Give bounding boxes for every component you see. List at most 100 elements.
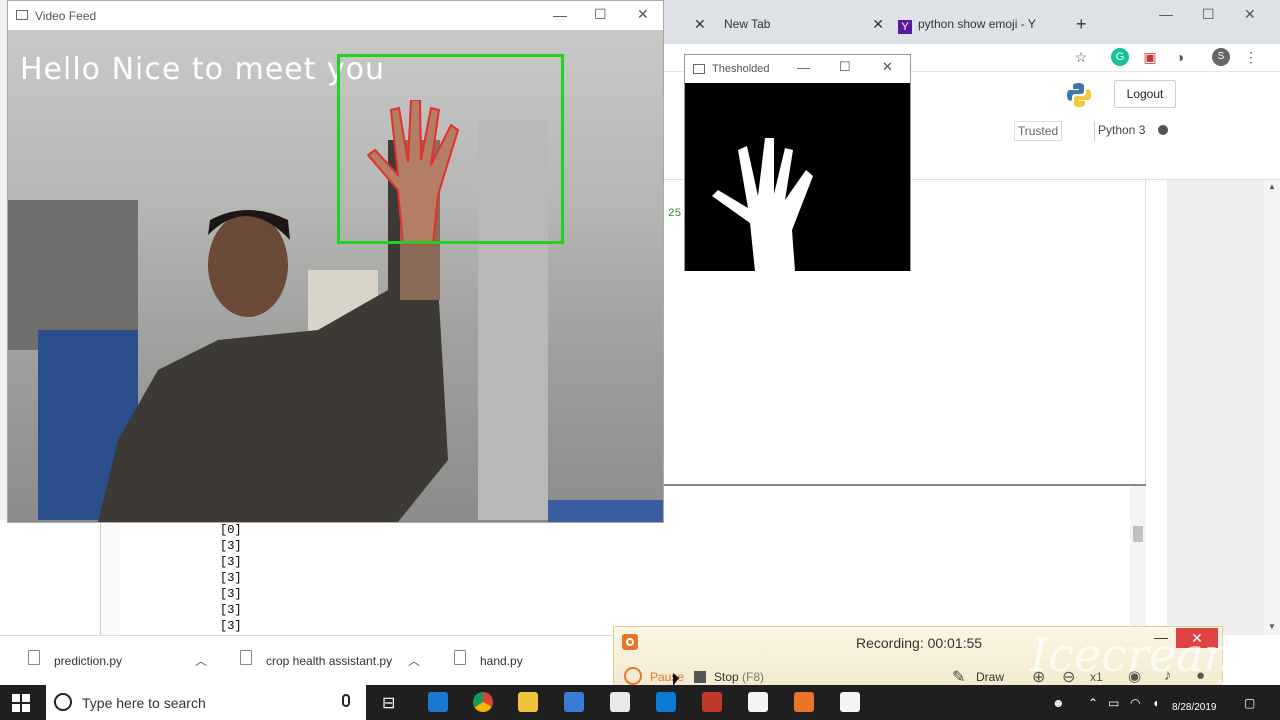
output-line: [3] bbox=[220, 571, 242, 585]
wifi-icon[interactable]: ◠ bbox=[1130, 696, 1140, 710]
output-line: [3] bbox=[220, 539, 242, 553]
download-bar: prediction.py ︿ crop health assistant.py… bbox=[0, 635, 640, 685]
tab-label: New Tab bbox=[724, 17, 771, 31]
search-placeholder: Type here to search bbox=[82, 695, 206, 711]
stop-icon[interactable] bbox=[694, 671, 706, 683]
file-icon bbox=[28, 650, 40, 665]
trusted-badge[interactable]: Trusted bbox=[1014, 121, 1062, 141]
task-view-icon[interactable]: ⊟ bbox=[382, 693, 395, 713]
scroll-down-arrow-icon[interactable]: ▼ bbox=[1268, 622, 1276, 631]
minimize-icon[interactable]: — bbox=[553, 7, 567, 23]
recorder-app-icon bbox=[622, 634, 638, 650]
minimize-icon[interactable]: — bbox=[797, 60, 810, 75]
thresholded-titlebar[interactable]: Thesholded — ☐ ✕ bbox=[685, 55, 910, 83]
window-title: Video Feed bbox=[35, 9, 97, 23]
maximize-icon[interactable]: ☐ bbox=[594, 6, 607, 23]
stop-shortcut: (F8) bbox=[742, 670, 765, 684]
tab-python-emoji[interactable]: Ypython show emoji - Y bbox=[898, 10, 1068, 38]
stop-button[interactable]: Stop (F8) bbox=[714, 670, 764, 684]
close-icon[interactable]: ✕ bbox=[637, 6, 649, 23]
tab-new-tab[interactable]: New Tab ✕ bbox=[724, 10, 884, 38]
watermark-logo: Icecream bbox=[1030, 628, 1248, 682]
chevron-up-icon[interactable]: ︿ bbox=[195, 652, 207, 669]
tab-bar: ✕ New Tab ✕ Ypython show emoji - Y + — ☐… bbox=[664, 0, 1280, 44]
download-filename: prediction.py bbox=[54, 654, 123, 668]
bookmark-star-icon[interactable]: ☆ bbox=[1072, 48, 1090, 66]
window-icon bbox=[16, 10, 28, 20]
recording-status: Recording: 00:01:55 bbox=[856, 635, 983, 651]
minimize-icon[interactable]: — bbox=[1159, 6, 1173, 22]
kernel-name: Python 3 bbox=[1098, 123, 1146, 137]
output-scrollbar[interactable] bbox=[1130, 486, 1146, 635]
people-icon[interactable]: ☻ bbox=[1052, 696, 1065, 710]
draw-button[interactable]: Draw bbox=[976, 670, 1004, 684]
tray-chevron-icon[interactable]: ⌃ bbox=[1088, 696, 1098, 710]
output-line: [0] bbox=[220, 523, 242, 537]
cortana-icon bbox=[54, 693, 72, 711]
maximize-icon[interactable]: ☐ bbox=[1202, 6, 1215, 23]
file-icon bbox=[240, 650, 252, 665]
icecream-recorder-icon[interactable] bbox=[794, 692, 814, 712]
volume-icon[interactable]: ◖ bbox=[1152, 696, 1159, 710]
windows-start-icon[interactable] bbox=[12, 694, 30, 712]
notepad-icon[interactable] bbox=[748, 692, 768, 712]
app-icon[interactable] bbox=[840, 692, 860, 712]
pencil-icon[interactable]: ✎ bbox=[952, 667, 965, 687]
download-filename: crop health assistant.py bbox=[266, 654, 393, 668]
store-icon[interactable] bbox=[564, 692, 584, 712]
output-line: [3] bbox=[220, 587, 242, 601]
file-explorer-icon[interactable] bbox=[518, 692, 538, 712]
maximize-icon[interactable]: ☐ bbox=[839, 59, 851, 75]
output-scroll-thumb[interactable] bbox=[1133, 526, 1143, 542]
close-tab-icon[interactable]: ✕ bbox=[694, 16, 706, 33]
logout-button[interactable]: Logout bbox=[1114, 80, 1176, 108]
close-icon[interactable]: ✕ bbox=[882, 59, 893, 75]
scroll-up-arrow-icon[interactable]: ▲ bbox=[1268, 182, 1276, 191]
video-feed-window[interactable]: Video Feed — ☐ ✕ Hello Nice to meet you bbox=[7, 0, 664, 523]
notifications-icon[interactable]: ▢ bbox=[1244, 696, 1255, 710]
output-line: [3] bbox=[220, 555, 242, 569]
microphone-icon[interactable] bbox=[342, 694, 350, 707]
system-date[interactable]: 8/28/2019 bbox=[1172, 702, 1217, 713]
partial-code-text: 25 bbox=[668, 208, 682, 220]
pause-icon[interactable] bbox=[624, 667, 642, 685]
hand-mask-shape bbox=[712, 138, 813, 271]
window-title: Thesholded bbox=[712, 63, 770, 75]
close-window-icon[interactable]: ✕ bbox=[1244, 6, 1256, 23]
output-area bbox=[664, 484, 1146, 635]
download-filename: hand.py bbox=[480, 654, 523, 668]
threshold-mask bbox=[685, 83, 910, 271]
chrome-icon[interactable] bbox=[473, 692, 493, 712]
camera-frame: Hello Nice to meet you bbox=[8, 30, 663, 522]
chevron-up-icon[interactable]: ︿ bbox=[408, 652, 420, 669]
new-tab-button[interactable]: + bbox=[1076, 14, 1087, 35]
edge-icon[interactable] bbox=[428, 692, 448, 712]
file-icon bbox=[454, 650, 466, 665]
background-floor-edge bbox=[548, 500, 663, 522]
divider bbox=[1094, 121, 1095, 141]
window-icon bbox=[693, 64, 705, 74]
extension-icon[interactable]: ◑ bbox=[1171, 48, 1189, 66]
grammarly-icon[interactable]: G bbox=[1111, 48, 1129, 66]
pocket-icon[interactable]: ▣ bbox=[1141, 48, 1159, 66]
windows-taskbar: Type here to search ⊟ ☻ ⌃ ▭ ◠ ◖ 8/28/201… bbox=[0, 685, 1280, 720]
thresholded-window[interactable]: Thesholded — ☐ ✕ bbox=[684, 54, 911, 271]
stop-label: Stop bbox=[714, 670, 739, 684]
skype-icon[interactable] bbox=[656, 692, 676, 712]
notebook-right-gutter bbox=[1167, 180, 1264, 635]
battery-icon[interactable]: ▭ bbox=[1108, 696, 1119, 710]
taskbar-search-box[interactable]: Type here to search bbox=[46, 685, 366, 720]
menu-icon[interactable]: ⋮ bbox=[1242, 48, 1260, 66]
output-prompt-gutter bbox=[100, 520, 120, 635]
python-logo-icon bbox=[1067, 83, 1091, 107]
output-line: [3] bbox=[220, 603, 242, 617]
output-line: [3] bbox=[220, 619, 242, 633]
tab-label: python show emoji - Y bbox=[918, 17, 1036, 31]
mail-icon[interactable] bbox=[610, 692, 630, 712]
profile-avatar[interactable]: S bbox=[1212, 48, 1230, 66]
kernel-status-indicator bbox=[1158, 125, 1168, 135]
video-titlebar[interactable]: Video Feed — ☐ ✕ bbox=[8, 1, 663, 30]
page-scrollbar[interactable] bbox=[1264, 180, 1280, 635]
powerpoint-icon[interactable] bbox=[702, 692, 722, 712]
close-icon[interactable]: ✕ bbox=[872, 10, 884, 38]
